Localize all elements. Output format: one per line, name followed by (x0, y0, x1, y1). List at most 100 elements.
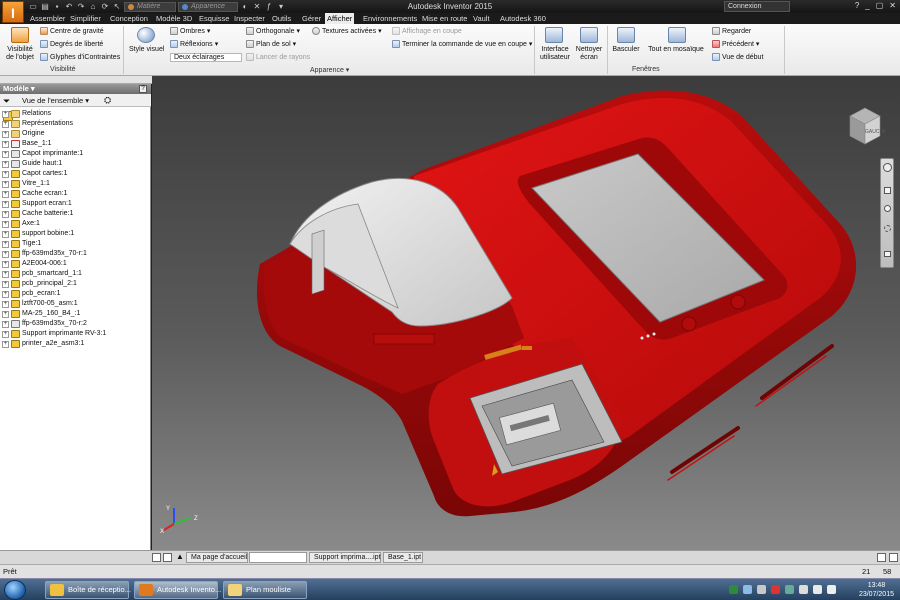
tab-vault[interactable]: Vault (473, 13, 490, 24)
tree-item[interactable]: + Représentations (2, 119, 73, 129)
expand-icon[interactable]: + (2, 310, 9, 318)
expand-icon[interactable]: + (2, 230, 9, 238)
home-view-button[interactable]: Vue de début (712, 53, 763, 61)
tree-item[interactable]: + A2E004-006:1 (2, 259, 67, 269)
dof-button[interactable]: Degrés de liberté (40, 40, 103, 48)
tab-modele-3d[interactable]: Modèle 3D (156, 13, 192, 24)
tree-item[interactable]: + Support ecran:1 (2, 199, 72, 209)
tab-autodesk-360[interactable]: Autodesk 360 (500, 13, 546, 24)
expand-icon[interactable]: + (2, 220, 9, 228)
expand-icon[interactable]: + (2, 140, 9, 148)
clean-screen-button[interactable]: Nettoyer écran (574, 46, 604, 62)
tree-item[interactable]: + ffp-639md35x_70-r:1 (2, 249, 87, 259)
expand-icon[interactable]: + (2, 130, 9, 138)
tree-item[interactable]: + Cache ecran:1 (2, 189, 68, 199)
signin-field[interactable]: Connexion (724, 1, 790, 12)
expand-icon[interactable]: + (2, 170, 9, 178)
orbit-icon[interactable] (884, 225, 891, 232)
save-icon[interactable]: ▪ (52, 2, 62, 12)
expand-icon[interactable]: + (2, 320, 9, 328)
look-button[interactable]: Regarder (712, 27, 751, 35)
clock[interactable]: 13:48 23/07/2015 (859, 581, 894, 599)
browser-title[interactable]: Modèle ▾ (0, 84, 151, 94)
tab-assembler[interactable]: Assembler (30, 13, 65, 24)
view-select[interactable]: Vue de l'ensemble ▾ (22, 96, 89, 105)
textures-button[interactable]: Textures activées ▾ (312, 27, 382, 35)
tab-simplifier[interactable]: Simplifier (70, 13, 101, 24)
excel-tray-icon[interactable] (729, 585, 738, 594)
expand-icon[interactable]: + (2, 240, 9, 248)
expand-icon[interactable]: + (2, 260, 9, 268)
expand-icon[interactable]: + (2, 110, 9, 118)
reflections-button[interactable]: Réflexions ▾ (170, 40, 218, 48)
visual-style-icon[interactable] (137, 27, 155, 43)
tree-item[interactable]: + ffp-639md35x_70-r:2 (2, 319, 87, 329)
tree-item[interactable]: + MA-25_160_B4_:1 (2, 309, 80, 319)
tree-item[interactable]: + Origine (2, 129, 45, 139)
tree-item[interactable]: + Tige:1 (2, 239, 41, 249)
task-folder[interactable]: Plan mouliste (223, 581, 307, 599)
battery-tray-icon[interactable] (799, 585, 808, 594)
undo-icon[interactable]: ↶ (64, 2, 74, 12)
tab-inspecter[interactable]: Inspecter (234, 13, 265, 24)
tree-item[interactable]: + Cache batterie:1 (2, 209, 73, 219)
tree-item[interactable]: + pcb_principal_2:1 (2, 279, 77, 289)
center-gravity-button[interactable]: Centre de gravité (40, 27, 104, 35)
switch-button[interactable]: Basculer (611, 46, 641, 54)
home-icon[interactable]: ⌂ (88, 2, 98, 12)
expand-icon[interactable]: + (2, 190, 9, 198)
expand-icon[interactable]: + (2, 290, 9, 298)
doc-tab-home[interactable]: Ma page d'accueil (186, 552, 248, 563)
expand-icon[interactable]: + (2, 210, 9, 218)
tree-item[interactable]: + pcb_ecran:1 (2, 289, 61, 299)
expand-icon[interactable]: + (2, 180, 9, 188)
expand-icon[interactable]: + (2, 250, 9, 258)
tree-item[interactable]: + pcb_smartcard_1:1 (2, 269, 82, 279)
tab-afficher[interactable]: Afficher (325, 13, 355, 24)
raytrace-button[interactable]: Lancer de rayons (246, 53, 310, 61)
material-select[interactable]: Matière (124, 1, 176, 12)
select-icon[interactable]: ↖ (112, 2, 122, 12)
tab-outils[interactable]: Outils (272, 13, 291, 24)
doc-tab-base[interactable]: Base_1.ipt (383, 552, 423, 563)
visual-style-button[interactable]: Style visuel (129, 46, 164, 54)
open-icon[interactable]: ▤ (40, 2, 50, 12)
glyphs-button[interactable]: Glyphes d'iContraintes (40, 53, 120, 61)
color-icon[interactable]: ◐ (240, 2, 250, 12)
previous-button[interactable]: Précédent ▾ (712, 40, 759, 48)
start-button[interactable] (4, 580, 26, 600)
expand-icon[interactable]: + (2, 120, 9, 128)
ground-plane-button[interactable]: Plan de sol ▾ (246, 40, 296, 48)
speaker-tray-icon[interactable] (827, 585, 836, 594)
task-inventor[interactable]: Autodesk Invento... (134, 581, 221, 599)
tree-item[interactable]: + Support imprimante RV-3:1 (2, 329, 106, 339)
user-interface-icon[interactable] (545, 27, 563, 43)
pan-icon[interactable] (884, 187, 891, 194)
doc-tab-nav-icon[interactable] (152, 553, 161, 562)
object-visibility-icon[interactable] (11, 27, 29, 43)
minimize-icon[interactable]: _ (865, 1, 869, 10)
end-section-button[interactable]: Terminer la commande de vue en coupe ▾ (392, 40, 532, 48)
tree-item[interactable]: + Capot imprimante:1 (2, 149, 83, 159)
update-icon[interactable]: ⟳ (100, 2, 110, 12)
expand-icon[interactable]: + (2, 330, 9, 338)
task-outlook[interactable]: Boîte de réceptio... (45, 581, 131, 599)
tab-gerer[interactable]: Gérer (302, 13, 321, 24)
switch-icon[interactable] (617, 27, 635, 43)
tab-esquisse[interactable]: Esquisse (199, 13, 229, 24)
clear-icon[interactable]: ✕ (252, 2, 262, 12)
section-display-button[interactable]: Affichage en coupe (392, 27, 462, 35)
volume-tray-icon[interactable] (757, 585, 766, 594)
flag-tray-icon[interactable] (813, 585, 822, 594)
network-tray-icon[interactable] (743, 585, 752, 594)
doc-tab-list-icon[interactable] (877, 553, 886, 562)
doc-tab-arrow-icon[interactable]: ▲ (176, 552, 184, 561)
browser-help-icon[interactable]: ? (139, 85, 147, 93)
doc-tab-nav-icon[interactable] (163, 553, 172, 562)
find-icon[interactable]: ⛭ (104, 95, 111, 106)
tab-conception[interactable]: Conception (110, 13, 148, 24)
tree-item[interactable]: + lztft700-05_asm:1 (2, 299, 78, 309)
close-icon[interactable]: ✕ (889, 1, 896, 10)
graphics-viewport[interactable]: GAUCHE Y Z X (152, 76, 900, 550)
tree-item[interactable]: + Capot cartes:1 (2, 169, 68, 179)
